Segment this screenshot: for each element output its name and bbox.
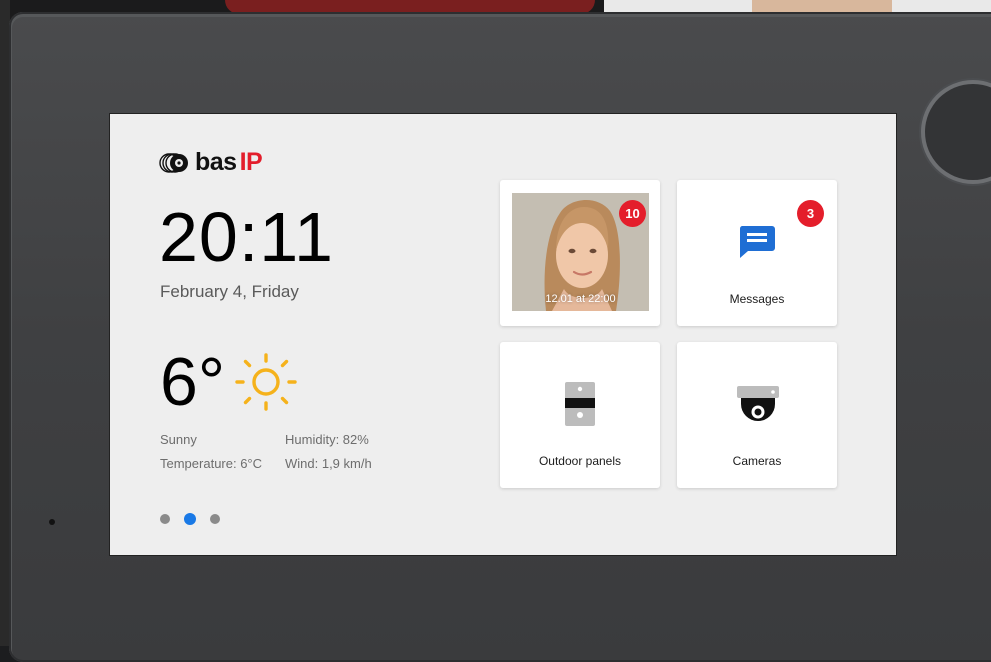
brand-suffix: IP	[239, 148, 263, 176]
call-log-badge: 10	[619, 200, 646, 227]
camera-icon	[737, 386, 779, 429]
page-dot-3[interactable]	[210, 514, 220, 524]
brand-name: bas IP	[195, 148, 263, 176]
device-screen: bas IP 20:11 February 4, Friday 6° Sunny …	[110, 114, 896, 555]
background-photo	[752, 0, 892, 12]
weather-wind: Wind: 1,9 km/h	[285, 456, 372, 471]
sun-icon	[234, 352, 298, 421]
weather-temperature: 6°	[160, 344, 226, 420]
messages-badge: 3	[797, 200, 824, 227]
outdoor-panels-tile[interactable]: Outdoor panels	[500, 342, 660, 488]
messages-tile[interactable]: 3 Messages	[677, 180, 837, 326]
weather-temperature-detail: Temperature: 6°C	[160, 456, 263, 471]
cameras-tile[interactable]: Cameras	[677, 342, 837, 488]
message-icon	[738, 224, 776, 265]
page-indicator	[160, 513, 220, 525]
clock-time: 20:11	[159, 198, 334, 276]
call-timestamp: 12.01 at 22:00	[545, 293, 616, 305]
page-dot-2-active[interactable]	[184, 513, 196, 525]
microphone-hole	[49, 519, 55, 525]
cameras-label: Cameras	[732, 454, 782, 468]
clock-date: February 4, Friday	[160, 282, 299, 301]
weather-condition: Sunny	[160, 432, 197, 447]
messages-label: Messages	[729, 292, 785, 306]
outdoor-panels-label: Outdoor panels	[538, 454, 622, 468]
brand-logo: bas IP	[159, 148, 263, 177]
logo-mark-icon	[159, 151, 191, 175]
outdoor-panel-icon	[565, 382, 595, 431]
call-log-tile[interactable]: 12.01 at 22:00 10	[500, 180, 660, 326]
page-dot-1[interactable]	[160, 514, 170, 524]
weather-humidity: Humidity: 82%	[285, 432, 369, 447]
